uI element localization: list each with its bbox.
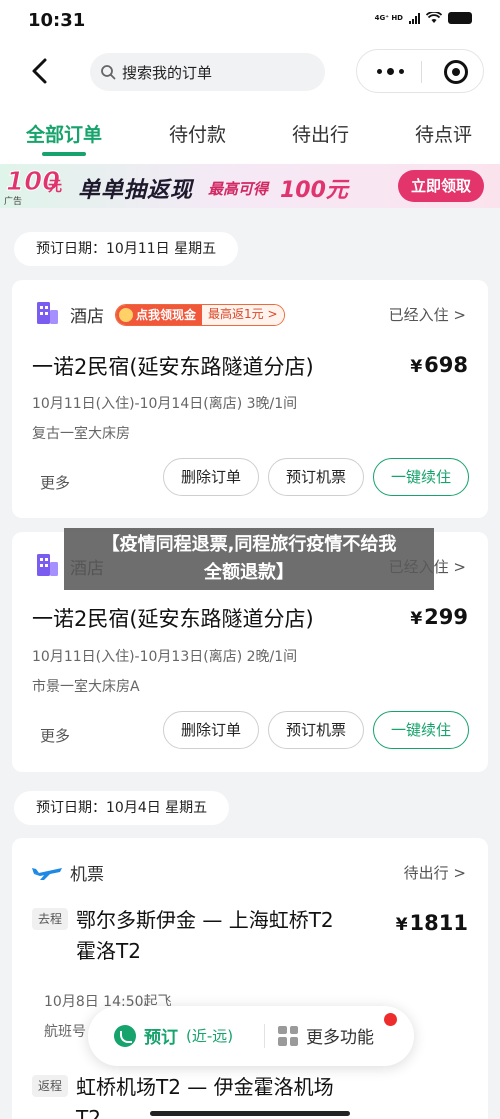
room-type: 复古一室大床房 [32,426,130,442]
currency-symbol: ¥ [410,357,423,377]
price-value: 299 [424,605,468,629]
flight-number-label: 航班号 [44,1024,86,1040]
order-status[interactable]: 待出行 > [404,862,466,883]
booking-date-label: 预订日期：10月11日 星期五 [14,232,239,266]
price-value: 1811 [409,911,468,935]
promo-left: 点我领现金 [116,305,203,325]
delete-order-button[interactable]: 删除订单 [163,711,259,749]
more-functions-label: 更多功能 [306,1028,374,1048]
nav-bar: 搜索我的订单 [0,40,500,104]
order-category: 酒店 [70,307,104,327]
currency-symbol: ¥ [410,609,423,629]
extend-stay-button[interactable]: 一键续住 [373,458,469,496]
cashback-promo-badge[interactable]: 点我领现金 最高返1元 > [115,304,285,326]
search-input[interactable]: 搜索我的订单 [90,53,325,91]
phone-icon [114,1024,136,1047]
flight-order-card[interactable]: 机票 待出行 > 去程 鄂尔多斯伊金 — 上海虹桥T2 霍洛T2 ¥1811 1… [12,838,488,1119]
banner-subtitle: 最高可得 [208,180,269,198]
hotel-name: 一诺2民宿(延安东路隧道分店) [32,355,314,379]
outbound-route-line2: 霍洛T2 [76,939,141,963]
promo-left-text: 点我领现金 [136,307,197,322]
back-arrow-icon[interactable] [26,56,54,86]
order-category: 机票 [70,865,104,885]
sort-hint: (近-远) [186,1027,234,1045]
capsule-divider [421,61,422,83]
currency-symbol: ¥ [395,915,408,935]
claim-now-button[interactable]: 立即领取 [398,170,484,202]
tab-all-orders[interactable]: 全部订单 [26,120,102,147]
tab-pending-travel[interactable]: 待出行 [292,120,349,147]
price-value: 698 [424,353,468,377]
watermark-line1: 【疫情同程退票,同程旅行疫情不给我 [101,534,397,555]
order-price: ¥299 [410,605,468,629]
tab-pending-payment[interactable]: 待付款 [169,120,226,147]
close-miniapp-icon[interactable] [444,60,468,84]
stay-dates: 10月11日(入住)-10月14日(离店) 3晚/1间 [32,396,298,412]
hotel-icon [37,302,58,324]
hotel-name: 一诺2民宿(延安东路隧道分店) [32,607,314,631]
booking-date-label: 预订日期：10月4日 星期五 [14,791,230,825]
home-indicator [150,1111,350,1116]
order-status[interactable]: 已经入住 > [389,304,466,325]
order-price: ¥698 [410,353,468,377]
coin-icon [119,308,133,322]
stay-dates: 10月11日(入住)-10月13日(离店) 2晚/1间 [32,649,298,665]
book-flight-button[interactable]: 预订机票 [268,458,364,496]
notification-dot [384,1013,397,1026]
cashback-banner[interactable]: 100 元 广告 单单抽返现 最高可得 100元 立即领取 [0,164,500,208]
more-link[interactable]: 更多 [40,725,70,746]
coupon-unit: 元 [48,179,62,195]
coupon-graphic: 100 元 广告 [0,164,70,208]
clock: 10:31 [28,10,86,31]
hotel-order-card[interactable]: 酒店 点我领现金 最高返1元 > 已经入住 > 一诺2民宿(延安东路隧道分店) … [12,280,488,518]
book-flight-button[interactable]: 预订机票 [268,711,364,749]
active-tab-indicator [42,152,86,156]
order-price: ¥1811 [396,911,468,935]
outbound-tag: 去程 [32,908,69,930]
banner-highlight: 100元 [280,178,348,203]
status-icons: 4G⁺ HD [375,12,472,24]
airplane-icon [32,868,62,880]
floating-action-bar: 预订 (近-远) 更多功能 [88,1006,414,1066]
status-bar: 10:31 4G⁺ HD [0,0,500,40]
book-label: 预订 [144,1028,178,1048]
title-watermark: 【疫情同程退票,同程旅行疫情不给我 全额退款】 [64,528,434,590]
more-link[interactable]: 更多 [40,472,70,493]
room-type: 市景一室大床房A [32,679,140,695]
promo-right: 最高返1元 > [202,305,284,325]
extend-stay-button[interactable]: 一键续住 [373,711,469,749]
search-icon [101,65,116,80]
battery-icon [448,12,472,24]
signal-icon [409,12,420,24]
tab-pending-review[interactable]: 待点评 [415,120,472,147]
float-divider [264,1024,265,1048]
miniapp-capsule [356,49,484,93]
outbound-route-line1: 鄂尔多斯伊金 — 上海虹桥T2 [76,908,334,932]
return-tag: 返程 [32,1075,69,1097]
hotel-icon [37,554,58,576]
wifi-icon [426,12,442,23]
book-sort-button[interactable]: 预订 (近-远) [114,1023,233,1048]
search-placeholder: 搜索我的订单 [122,64,213,82]
order-tabs: 全部订单 待付款 待出行 待点评 [0,104,500,164]
ad-tag: 广告 [4,197,23,207]
banner-title: 单单抽返现 [78,178,194,203]
outbound-route: 鄂尔多斯伊金 — 上海虹桥T2 霍洛T2 [76,905,334,967]
more-menu-icon[interactable] [377,68,404,75]
network-label: 4G⁺ HD [374,14,403,22]
more-functions-button[interactable]: 更多功能 [278,1023,374,1048]
delete-order-button[interactable]: 删除订单 [163,458,259,496]
grid-icon [278,1025,298,1046]
watermark-line2: 全额退款】 [204,562,294,583]
return-route-line1: 虹桥机场T2 — 伊金霍洛机场 [76,1075,334,1099]
